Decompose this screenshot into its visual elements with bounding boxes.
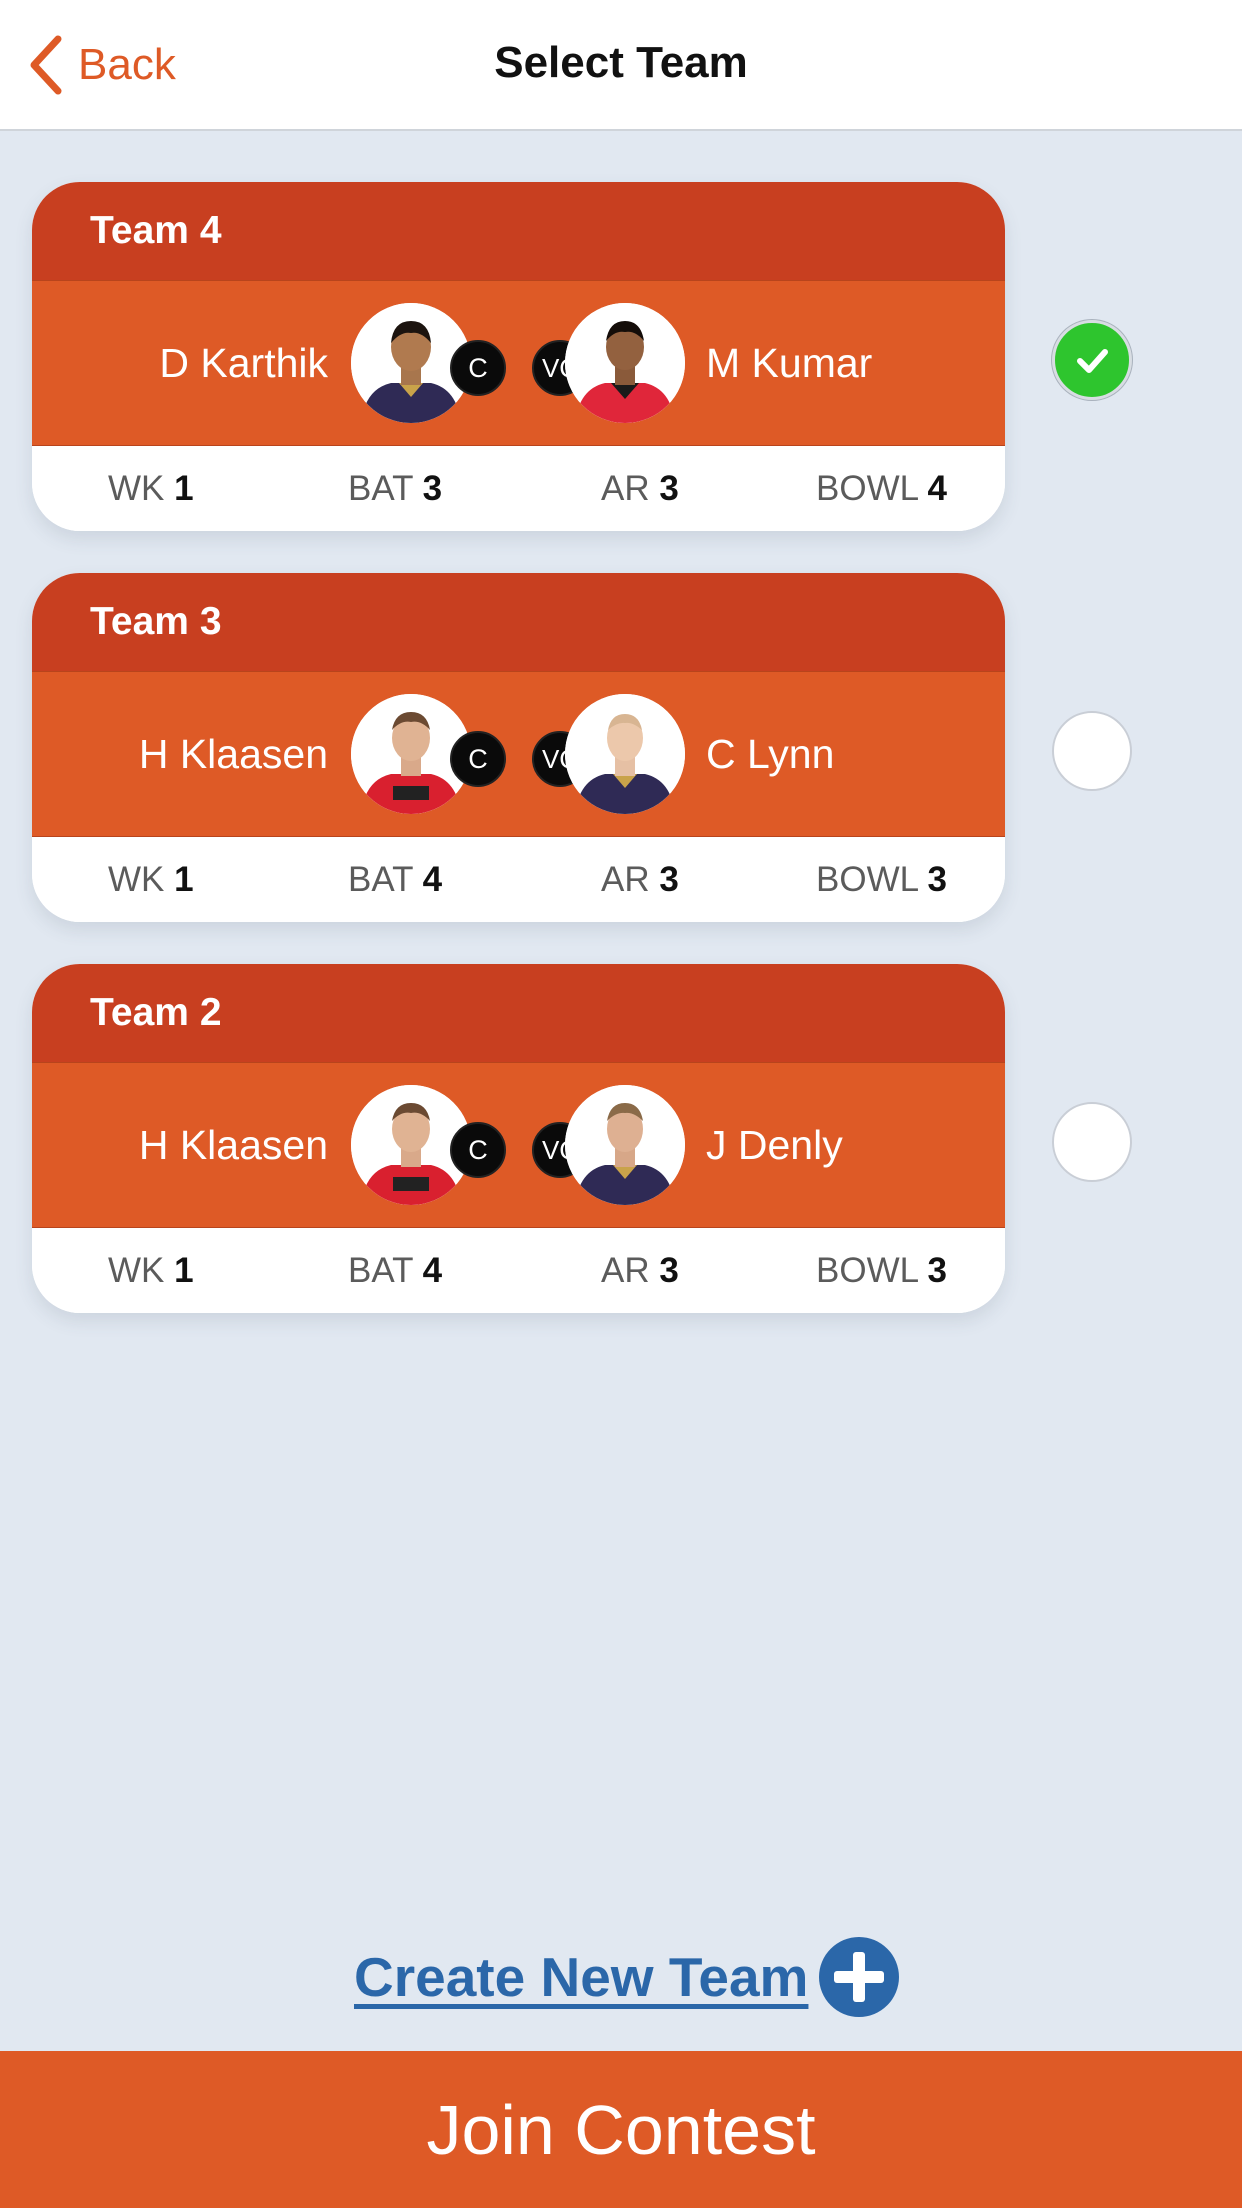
team-card[interactable]: Team 4 D Karthik C VC M Kumar WK 1 BAT 3… [32,182,1005,531]
vice-captain-avatar [565,694,685,814]
role-count-row: WK 1 BAT 3 AR 3 BOWL 4 [32,446,1005,531]
captain-name: H Klaasen [138,730,328,777]
stat-wk: WK 1 [108,1250,194,1290]
team-row: Team 4 D Karthik C VC M Kumar WK 1 BAT 3… [0,182,1242,533]
stat-wk: WK 1 [108,859,194,899]
vice-captain-avatar [565,1085,685,1205]
captain-badge: C [450,340,506,396]
captain-strip: H Klaasen C VC [32,671,1005,837]
vice-captain-avatar [565,303,685,423]
role-count-row: WK 1 BAT 4 AR 3 BOWL 3 [32,837,1005,922]
plus-circle-icon [819,1937,900,2017]
team-card[interactable]: Team 3 H Klaasen C VC C Lynn WK 1 BAT 4 … [32,573,1005,922]
team-select-radio[interactable] [1052,711,1132,791]
captain-strip: H Klaasen C VC [32,1062,1005,1228]
captain-name: H Klaasen [138,1121,328,1168]
create-new-team-link[interactable]: Create New Team [354,1932,900,2022]
join-contest-button[interactable]: Join Contest [0,2051,1242,2208]
vice-captain-name: C Lynn [706,730,835,777]
team-row: Team 2 H Klaasen C VC J Denly WK 1 BAT 4… [0,964,1242,1315]
create-new-team-label: Create New Team [354,1946,809,2008]
page-title: Select Team [494,38,748,87]
captain-badge: C [450,1122,506,1178]
player-photo-icon [565,694,685,814]
team-select-radio[interactable] [1052,1102,1132,1182]
vice-captain-name: M Kumar [706,339,873,386]
captain-name: D Karthik [159,339,328,386]
player-photo-icon [565,303,685,423]
team-name: Team 4 [32,182,1005,280]
captain-badge: C [450,731,506,787]
team-select-radio-checked[interactable] [1052,320,1132,400]
vice-captain-name: J Denly [706,1121,843,1168]
stat-bowl: BOWL 3 [816,1250,947,1290]
team-row: Team 3 H Klaasen C VC C Lynn WK 1 BAT 4 … [0,573,1242,924]
team-name: Team 2 [32,964,1005,1062]
player-photo-icon [565,1085,685,1205]
team-name: Team 3 [32,573,1005,671]
stat-bat: BAT 4 [348,1250,443,1290]
captain-strip: D Karthik C VC M Kumar [32,280,1005,446]
stat-bat: BAT 3 [348,468,443,508]
stat-ar: AR 3 [601,859,679,899]
checkmark-icon [1077,349,1108,373]
stat-ar: AR 3 [601,1250,679,1290]
role-count-row: WK 1 BAT 4 AR 3 BOWL 3 [32,1228,1005,1313]
stat-bowl: BOWL 4 [816,468,947,508]
stat-bowl: BOWL 3 [816,859,947,899]
team-card[interactable]: Team 2 H Klaasen C VC J Denly WK 1 BAT 4… [32,964,1005,1313]
stat-wk: WK 1 [108,468,194,508]
nav-bar: Back Select Team [0,0,1242,131]
stat-bat: BAT 4 [348,859,443,899]
stat-ar: AR 3 [601,468,679,508]
